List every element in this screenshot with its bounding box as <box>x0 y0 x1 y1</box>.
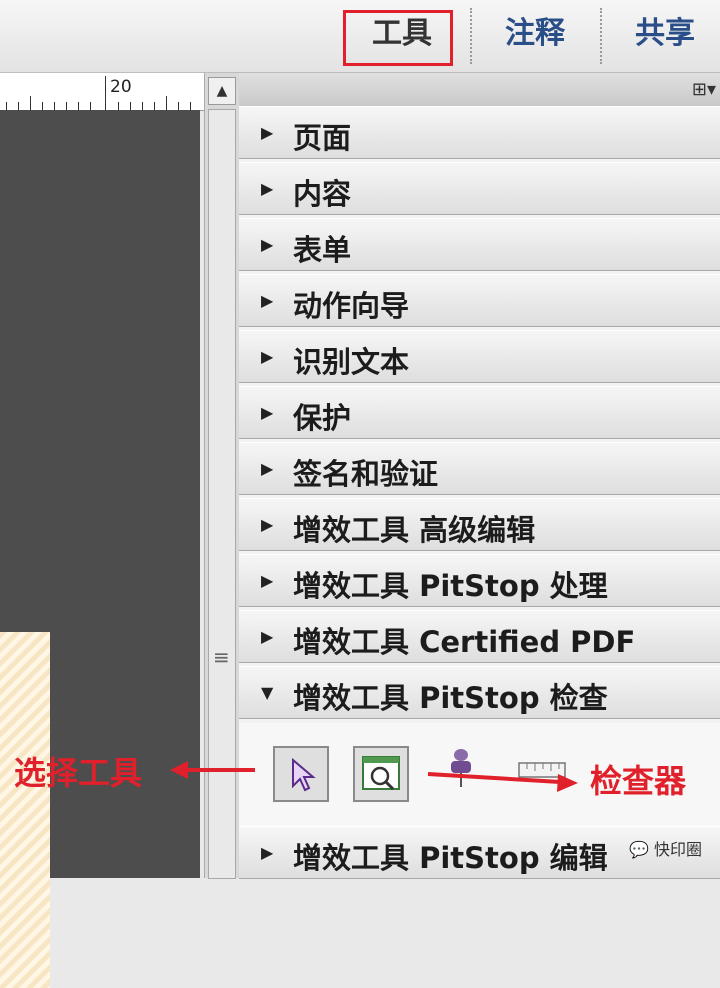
wechat-icon: 💬 <box>628 840 649 859</box>
watermark-text: 快印圈 <box>653 840 702 859</box>
select-tool-annotation: 选择工具 <box>14 754 143 792</box>
watermark: 💬 快印圈 <box>629 836 702 860</box>
inspector-annotation: 检查器 <box>590 762 687 800</box>
annotation-arrows <box>170 761 578 792</box>
